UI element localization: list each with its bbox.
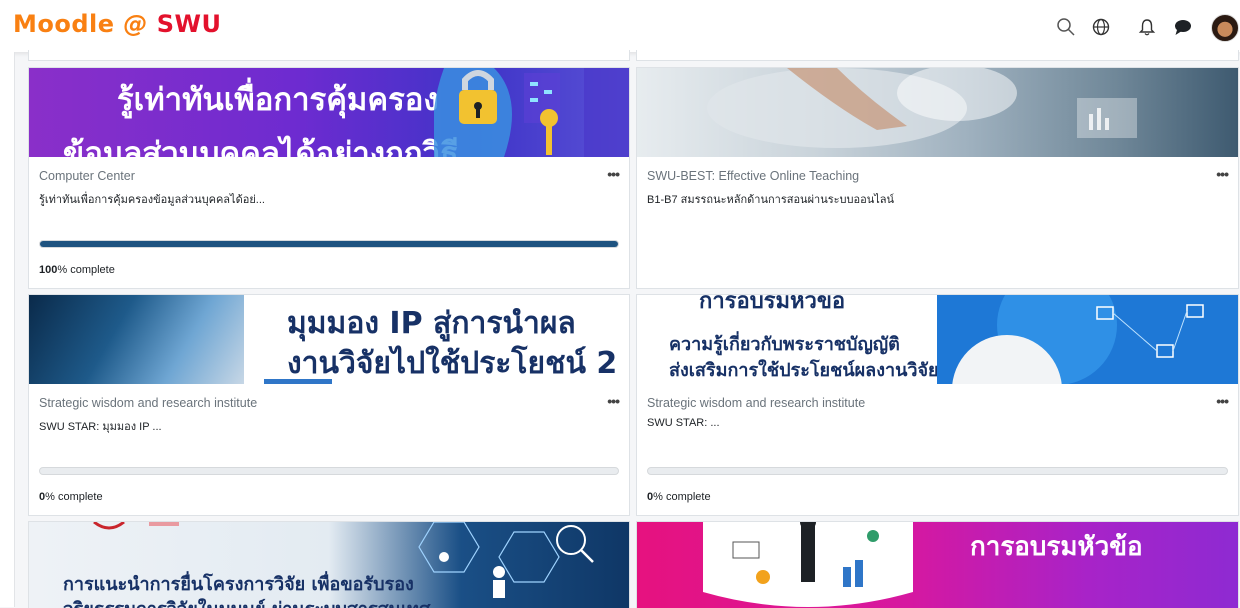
site-logo[interactable]: Moodle @ SWU <box>13 8 222 40</box>
course-title[interactable]: B1-B7 สมรรถนะหลักด้านการสอนผ่านระบบออนไล… <box>647 190 894 208</box>
card-row-above-left <box>28 50 630 61</box>
chat-icon[interactable] <box>1172 16 1194 38</box>
bell-icon[interactable] <box>1136 16 1158 38</box>
course-card[interactable]: รู้เท่าทันเพื่อการคุ้มครอง ข้อมูลส่วนบุค… <box>28 67 630 289</box>
course-category: Strategic wisdom and research institute <box>39 396 258 410</box>
progress-bar <box>647 467 1228 475</box>
business-illustration <box>703 522 913 607</box>
course-image[interactable]: การแนะนำการยื่นโครงการวิจัย เพื่อขอรับรอ… <box>29 522 629 608</box>
network-illustration <box>937 295 1238 384</box>
more-menu-icon[interactable]: ••• <box>607 393 620 409</box>
padlock-icon <box>434 68 629 157</box>
globe-icon[interactable] <box>1090 16 1112 38</box>
keyboard-photo <box>29 295 244 384</box>
course-image[interactable]: การอบรมหัวข้อ ความรู้เกี่ยวกับพระราชบัญญ… <box>637 295 1238 384</box>
progress-fill <box>40 241 618 247</box>
avatar[interactable] <box>1211 14 1239 42</box>
course-image[interactable] <box>637 68 1238 157</box>
hand-photo-illustration <box>707 68 1137 148</box>
card-row-above-right <box>636 50 1239 61</box>
course-image[interactable]: รู้เท่าทันเพื่อการคุ้มครอง ข้อมูลส่วนบุค… <box>29 68 629 157</box>
left-drawer-gutter <box>0 52 15 607</box>
more-menu-icon[interactable]: ••• <box>607 166 620 182</box>
progress-text: 0% complete <box>647 491 711 503</box>
progress-bar <box>39 240 619 248</box>
course-category: SWU-BEST: Effective Online Teaching <box>647 169 860 183</box>
more-menu-icon[interactable]: ••• <box>1216 166 1229 182</box>
course-category: Strategic wisdom and research institute <box>647 396 866 410</box>
research-hexagons-illustration <box>418 522 594 598</box>
accent-bar <box>264 379 332 384</box>
course-card[interactable]: มุมมอง IP สู่การนำผล งานวิจัยไปใช้ประโยช… <box>28 294 630 516</box>
course-title[interactable]: SWU STAR: มุมมอง IP ... <box>39 417 162 435</box>
course-image[interactable]: การอบรมหัวข้อ <box>637 522 1238 608</box>
progress-bar <box>39 467 619 475</box>
course-title[interactable]: รู้เท่าทันเพื่อการคุ้มครองข้อมูลส่วนบุคค… <box>39 190 265 208</box>
university-seal-icon <box>93 522 179 530</box>
search-icon[interactable] <box>1055 16 1077 38</box>
more-menu-icon[interactable]: ••• <box>1216 393 1229 409</box>
progress-text: 0% complete <box>39 491 103 503</box>
course-card[interactable]: การอบรมหัวข้อ ความรู้เกี่ยวกับพระราชบัญญ… <box>636 294 1239 516</box>
course-image[interactable]: มุมมอง IP สู่การนำผล งานวิจัยไปใช้ประโยช… <box>29 295 629 384</box>
course-category: Computer Center <box>39 169 135 183</box>
course-card[interactable]: การอบรมหัวข้อ <box>636 521 1239 608</box>
course-card[interactable]: SWU-BEST: Effective Online Teaching ••• … <box>636 67 1239 289</box>
top-navbar: Moodle @ SWU <box>0 0 1240 52</box>
course-title[interactable]: SWU STAR: ... <box>647 417 720 429</box>
progress-text: 100% complete <box>39 264 115 276</box>
course-card[interactable]: การแนะนำการยื่นโครงการวิจัย เพื่อขอรับรอ… <box>28 521 630 608</box>
